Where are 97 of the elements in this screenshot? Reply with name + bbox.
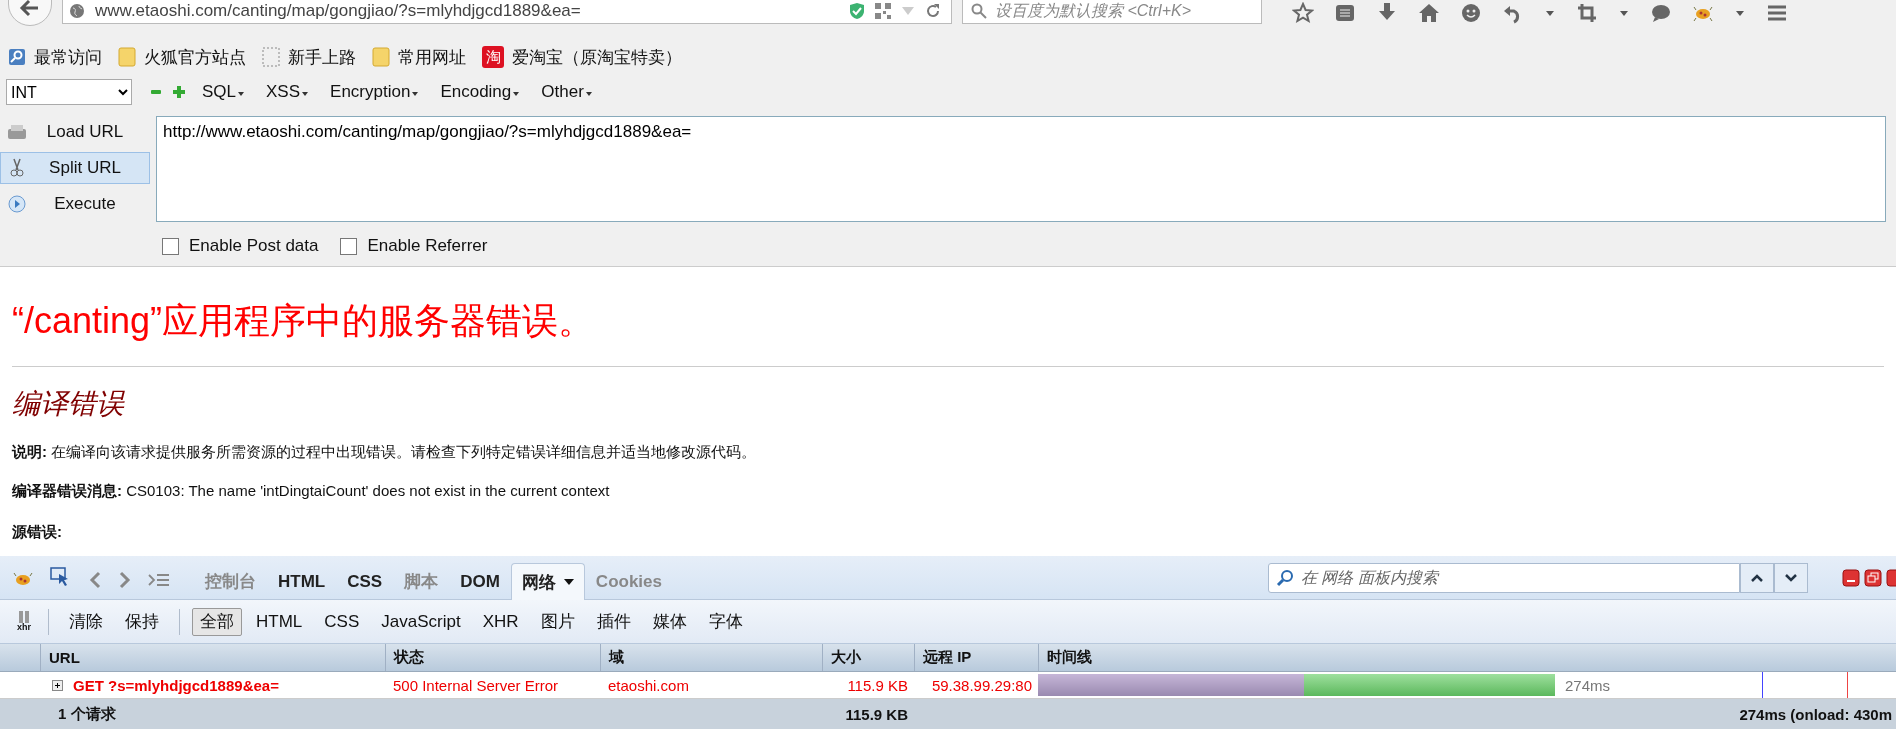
- back-button[interactable]: [8, 0, 52, 26]
- scissors-icon: [7, 158, 27, 178]
- folder-icon: [118, 47, 136, 67]
- panel-search-field[interactable]: 在 网络 面板内搜索: [1268, 562, 1740, 593]
- search-icon: [971, 3, 987, 19]
- url-textarea[interactable]: http://www.etaoshi.com/canting/map/gongjiao/?s=mlyhdjgcd1889&ea=: [156, 116, 1886, 222]
- filter-button[interactable]: 字体: [700, 607, 751, 636]
- field-label: 源错误:: [12, 523, 62, 540]
- field-text: CS0103: The name 'intDingtaiCount' does not exist in the current context: [126, 482, 610, 499]
- remote-ip-cell-text: 59.38.99.29:80: [930, 675, 1033, 696]
- search-icon: [1276, 568, 1294, 587]
- bookmark-item[interactable]: 常用网址: [372, 45, 466, 69]
- chat-bubble-icon[interactable]: [1650, 2, 1672, 24]
- list-icon[interactable]: [1334, 2, 1356, 24]
- content-loaded-line: [1762, 672, 1763, 698]
- expand-icon[interactable]: [52, 679, 63, 691]
- home-icon[interactable]: [1418, 2, 1440, 24]
- column-header[interactable]: 域: [600, 644, 822, 671]
- column-header[interactable]: 时间线: [1038, 644, 1896, 671]
- field-label: 编译器错误消息:: [12, 482, 122, 499]
- size-cell-text: 115.9 KB: [846, 675, 909, 696]
- back-arrow-icon: [19, 0, 41, 17]
- minimize-icon[interactable]: [1842, 568, 1860, 587]
- panel-tab[interactable]: HTML: [267, 563, 337, 599]
- type-select[interactable]: INT: [6, 79, 132, 105]
- next-button[interactable]: [1774, 562, 1808, 593]
- magnifier-icon: [8, 48, 26, 66]
- field-text: 在编译向该请求提供服务所需资源的过程中出现错误。请检查下列特定错误详细信息并适当地修改源代码。: [51, 443, 757, 460]
- bookmark-item[interactable]: 新手上路: [262, 45, 356, 69]
- toolbar-button[interactable]: 保持: [117, 607, 167, 636]
- caret-icon: [513, 92, 520, 96]
- filter-button[interactable]: CSS: [316, 607, 368, 636]
- menu-button[interactable]: Encryption: [324, 82, 425, 102]
- error-subtitle: 编译错误: [12, 387, 126, 421]
- search-field[interactable]: 设百度为默认搜索 <Ctrl+K>: [962, 0, 1262, 24]
- timing-label: 274ms: [1565, 676, 1611, 694]
- command-line-icon[interactable]: [148, 573, 170, 589]
- up-caret-icon: [1750, 572, 1764, 583]
- down-caret-icon: [1784, 572, 1798, 583]
- action-button[interactable]: Split URL: [0, 152, 150, 184]
- menu-button[interactable]: XSS: [260, 82, 315, 102]
- previous-button[interactable]: [1740, 562, 1774, 593]
- action-button[interactable]: Load URL: [0, 116, 150, 148]
- total-size: 115.9 KB: [844, 704, 909, 725]
- filter-button[interactable]: 插件: [588, 607, 639, 636]
- blank-page-icon: [262, 47, 280, 67]
- filter-button[interactable]: XHR: [474, 607, 527, 636]
- folder-icon: [372, 47, 390, 67]
- address-field[interactable]: www.etaoshi.com/canting/map/gongjiao/?s=mlyhdjgcd1889&ea=: [62, 0, 952, 24]
- option-checkbox[interactable]: Enable Post data: [162, 236, 319, 256]
- filter-button[interactable]: 图片: [532, 607, 583, 636]
- error-title: “/canting”应用程序中的服务器错误。: [12, 299, 596, 343]
- total-timing: 274ms (onload: 430m: [1738, 704, 1893, 725]
- caret-icon: [563, 579, 574, 585]
- bookmark-item[interactable]: 最常访问: [8, 45, 102, 69]
- shield-icon: [849, 2, 865, 20]
- caret-icon: [238, 92, 245, 96]
- printer-icon: [7, 123, 27, 141]
- column-header[interactable]: 大小: [822, 644, 914, 671]
- caret-icon: [585, 92, 592, 96]
- bookmark-item[interactable]: 火狐官方站点: [118, 45, 246, 69]
- panel-tab[interactable]: CSS: [336, 563, 394, 599]
- smiley-icon[interactable]: [1460, 2, 1482, 24]
- action-button[interactable]: Execute: [0, 188, 150, 220]
- reload-icon[interactable]: [925, 3, 941, 19]
- globe-icon: [69, 3, 85, 19]
- restore-icon[interactable]: [1864, 568, 1882, 587]
- caret-icon: [412, 92, 419, 96]
- load-line: [1847, 672, 1848, 698]
- menu-button[interactable]: Encoding: [434, 82, 526, 102]
- filter-button[interactable]: 媒体: [644, 607, 695, 636]
- filter-button[interactable]: HTML: [248, 607, 311, 636]
- column-header[interactable]: 远程 IP: [914, 644, 1038, 671]
- play-icon: [7, 194, 27, 214]
- menu-button[interactable]: Other: [535, 82, 598, 102]
- field-label: 说明:: [12, 443, 47, 460]
- caret-icon: [302, 92, 309, 96]
- menu-button[interactable]: SQL: [196, 82, 251, 102]
- status-cell-text: 500 Internal Server Error: [392, 675, 560, 696]
- request-count: 1 个请求: [57, 703, 117, 724]
- toolbar-button[interactable]: 清除: [61, 607, 111, 636]
- plus-icon[interactable]: [172, 85, 186, 99]
- bookmark-item[interactable]: 淘 爱淘宝（原淘宝特卖）: [482, 45, 682, 69]
- shop-badge-icon: 淘: [482, 46, 504, 68]
- qr-code-icon[interactable]: [875, 3, 891, 19]
- domain-cell-text: etaoshi.com: [607, 675, 690, 696]
- filter-button[interactable]: 全部: [192, 607, 242, 636]
- filter-button[interactable]: JavaScript: [373, 607, 469, 636]
- crop-icon[interactable]: [1576, 2, 1598, 24]
- panel-tab[interactable]: DOM: [449, 563, 511, 599]
- request-url[interactable]: GET ?s=mlyhdjgcd1889&ea=: [73, 676, 279, 694]
- column-header[interactable]: URL: [40, 644, 385, 671]
- option-checkbox[interactable]: Enable Referrer: [340, 236, 488, 256]
- column-header[interactable]: 状态: [385, 644, 600, 671]
- address-text: www.etaoshi.com/canting/map/gongjiao/?s=mlyhdjgcd1889&ea=: [95, 1, 582, 21]
- panel-tab[interactable]: 网络: [510, 563, 585, 600]
- star-icon[interactable]: [1292, 2, 1314, 24]
